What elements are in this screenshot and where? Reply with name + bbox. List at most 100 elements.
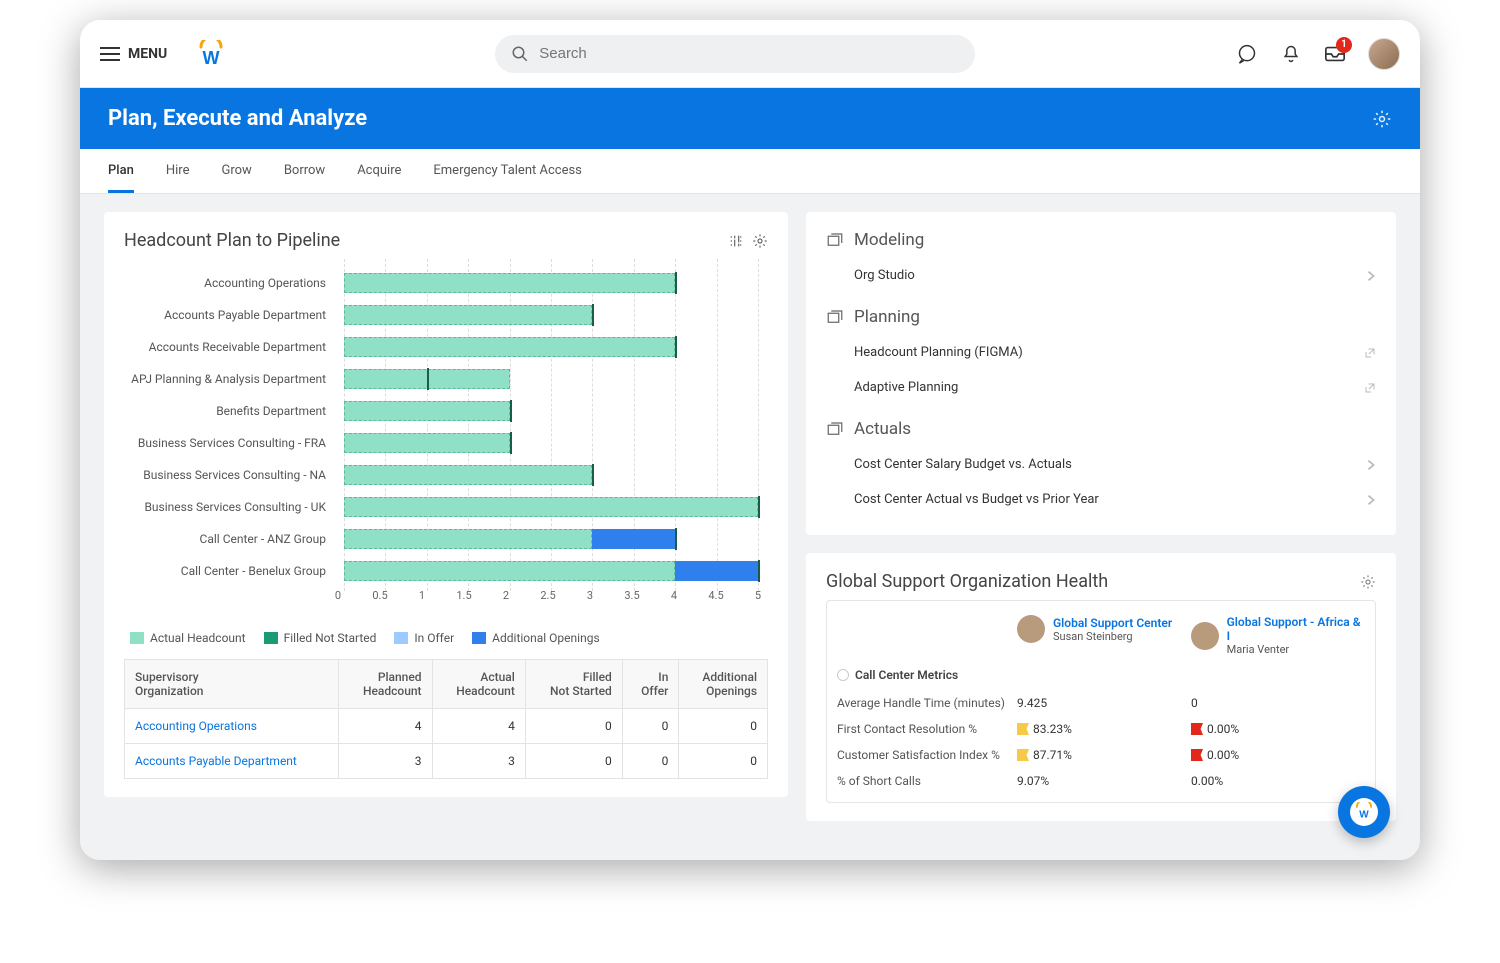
stack-icon bbox=[826, 420, 844, 438]
search-icon bbox=[511, 45, 529, 63]
menu-button[interactable]: MENU bbox=[100, 46, 167, 62]
panel-gear-icon[interactable] bbox=[752, 233, 768, 249]
metric-row: First Contact Resolution %83.23%0.00% bbox=[837, 716, 1365, 742]
hamburger-icon bbox=[100, 47, 120, 61]
chat-icon[interactable] bbox=[1236, 43, 1258, 65]
health-panel: Global Support Organization Health Globa… bbox=[806, 553, 1396, 821]
metric-row: % of Short Calls9.07%0.00% bbox=[837, 768, 1365, 794]
chart-row: Benefits Department bbox=[344, 397, 758, 425]
stack-icon bbox=[826, 308, 844, 326]
chart-row: Business Services Consulting - FRA bbox=[344, 429, 758, 457]
chart-category-label: Benefits Department bbox=[124, 404, 334, 418]
links-panel: Modeling Org Studio Planning Headcount Plan… bbox=[806, 212, 1396, 535]
search-input[interactable] bbox=[495, 35, 975, 73]
svg-text:W: W bbox=[203, 48, 220, 68]
section-header: Modeling bbox=[826, 230, 1376, 250]
tab-plan[interactable]: Plan bbox=[108, 149, 134, 193]
health-column[interactable]: Global Support - Africa & IMaria Venter bbox=[1191, 615, 1365, 656]
mini-avatar bbox=[1191, 622, 1219, 650]
x-tick: 2.5 bbox=[540, 589, 555, 602]
nav-link[interactable]: Cost Center Actual vs Budget vs Prior Ye… bbox=[826, 482, 1376, 517]
nav-link[interactable]: Cost Center Salary Budget vs. Actuals bbox=[826, 447, 1376, 482]
inbox-icon[interactable]: 1 bbox=[1324, 43, 1346, 65]
chat-fab[interactable]: W bbox=[1338, 786, 1390, 838]
chart-legend: Actual HeadcountFilled Not StartedIn Off… bbox=[124, 631, 768, 645]
search-field bbox=[539, 45, 959, 62]
table-header: Supervisory Organization bbox=[125, 660, 339, 709]
chart-category-label: Call Center - ANZ Group bbox=[124, 532, 334, 546]
tab-emergency-talent-access[interactable]: Emergency Talent Access bbox=[433, 149, 582, 193]
chart-row: Accounts Receivable Department bbox=[344, 333, 758, 361]
chart-row: Call Center - ANZ Group bbox=[344, 525, 758, 553]
x-tick: 0.5 bbox=[372, 589, 387, 602]
panel-gear-icon[interactable] bbox=[1360, 574, 1376, 590]
x-tick: 3 bbox=[587, 589, 593, 602]
legend-item: In Offer bbox=[394, 631, 454, 645]
page-header: Plan, Execute and Analyze bbox=[80, 88, 1420, 149]
notifications-icon[interactable] bbox=[1280, 43, 1302, 65]
tab-bar: Plan Hire Grow Borrow Acquire Emergency Talen… bbox=[80, 149, 1420, 194]
legend-item: Actual Headcount bbox=[130, 631, 246, 645]
chart-category-label: Call Center - Benelux Group bbox=[124, 564, 334, 578]
table-row: Accounting Operations44000 bbox=[125, 709, 768, 744]
headcount-table: Supervisory OrganizationPlanned Headcoun… bbox=[124, 659, 768, 779]
tab-grow[interactable]: Grow bbox=[221, 149, 251, 193]
section-header: Planning bbox=[826, 307, 1376, 327]
nav-link[interactable]: Org Studio bbox=[826, 258, 1376, 293]
mini-avatar bbox=[1017, 615, 1045, 643]
chart-category-label: Accounts Receivable Department bbox=[124, 340, 334, 354]
org-link[interactable]: Accounting Operations bbox=[135, 719, 257, 733]
table-row: Accounts Payable Department33000 bbox=[125, 744, 768, 779]
tab-borrow[interactable]: Borrow bbox=[284, 149, 325, 193]
metric-row: Average Handle Time (minutes)9.4250 bbox=[837, 690, 1365, 716]
external-link-icon bbox=[1364, 347, 1376, 359]
chart-category-label: Accounts Payable Department bbox=[124, 308, 334, 322]
x-tick: 1 bbox=[419, 589, 425, 602]
chart-category-label: Business Services Consulting - FRA bbox=[124, 436, 334, 450]
table-header: Additional Openings bbox=[679, 660, 768, 709]
page-settings-icon[interactable] bbox=[1372, 109, 1392, 129]
headcount-chart: Accounting Operations Accounts Payable De… bbox=[124, 259, 768, 615]
health-column[interactable]: Global Support CenterSusan Steinberg bbox=[1017, 615, 1191, 643]
legend-item: Additional Openings bbox=[472, 631, 599, 645]
workday-logo[interactable]: W bbox=[197, 40, 225, 68]
chart-row: Call Center - Benelux Group bbox=[344, 557, 758, 585]
chart-row: Business Services Consulting - NA bbox=[344, 461, 758, 489]
flag-icon bbox=[1017, 749, 1029, 761]
chevron-right-icon bbox=[1366, 270, 1376, 282]
chevron-right-icon bbox=[1366, 459, 1376, 471]
table-header: Actual Headcount bbox=[432, 660, 525, 709]
section-header: Actuals bbox=[826, 419, 1376, 439]
x-tick: 5 bbox=[755, 589, 761, 602]
headcount-panel: Headcount Plan to Pipeline Accounting Op… bbox=[104, 212, 788, 797]
inbox-badge: 1 bbox=[1336, 37, 1352, 53]
x-tick: 3.5 bbox=[624, 589, 639, 602]
metric-section-title: Call Center Metrics bbox=[837, 662, 1365, 690]
topbar: MENU W 1 bbox=[80, 20, 1420, 88]
flag-icon bbox=[1017, 723, 1029, 735]
page-title: Plan, Execute and Analyze bbox=[108, 106, 367, 131]
svg-text:W: W bbox=[1359, 810, 1369, 821]
tab-hire[interactable]: Hire bbox=[166, 149, 190, 193]
table-header: Planned Headcount bbox=[339, 660, 432, 709]
stack-icon bbox=[826, 231, 844, 249]
tab-acquire[interactable]: Acquire bbox=[357, 149, 401, 193]
chart-row: Business Services Consulting - UK bbox=[344, 493, 758, 521]
chart-settings-icon[interactable] bbox=[728, 233, 744, 249]
chart-row: Accounting Operations bbox=[344, 269, 758, 297]
user-avatar[interactable] bbox=[1368, 38, 1400, 70]
panel-title: Headcount Plan to Pipeline bbox=[124, 230, 340, 251]
nav-link[interactable]: Adaptive Planning bbox=[826, 370, 1376, 405]
chart-row: Accounts Payable Department bbox=[344, 301, 758, 329]
health-panel-title: Global Support Organization Health bbox=[826, 571, 1108, 592]
org-link[interactable]: Accounts Payable Department bbox=[135, 754, 297, 768]
nav-link[interactable]: Headcount Planning (FIGMA) bbox=[826, 335, 1376, 370]
x-tick: 4.5 bbox=[708, 589, 723, 602]
chevron-right-icon bbox=[1366, 494, 1376, 506]
metric-row: Customer Satisfaction Index %87.71%0.00% bbox=[837, 742, 1365, 768]
chart-row: APJ Planning & Analysis Department bbox=[344, 365, 758, 393]
x-tick: 1.5 bbox=[456, 589, 471, 602]
flag-icon bbox=[1191, 749, 1203, 761]
table-header: Filled Not Started bbox=[525, 660, 622, 709]
x-tick: 4 bbox=[671, 589, 677, 602]
